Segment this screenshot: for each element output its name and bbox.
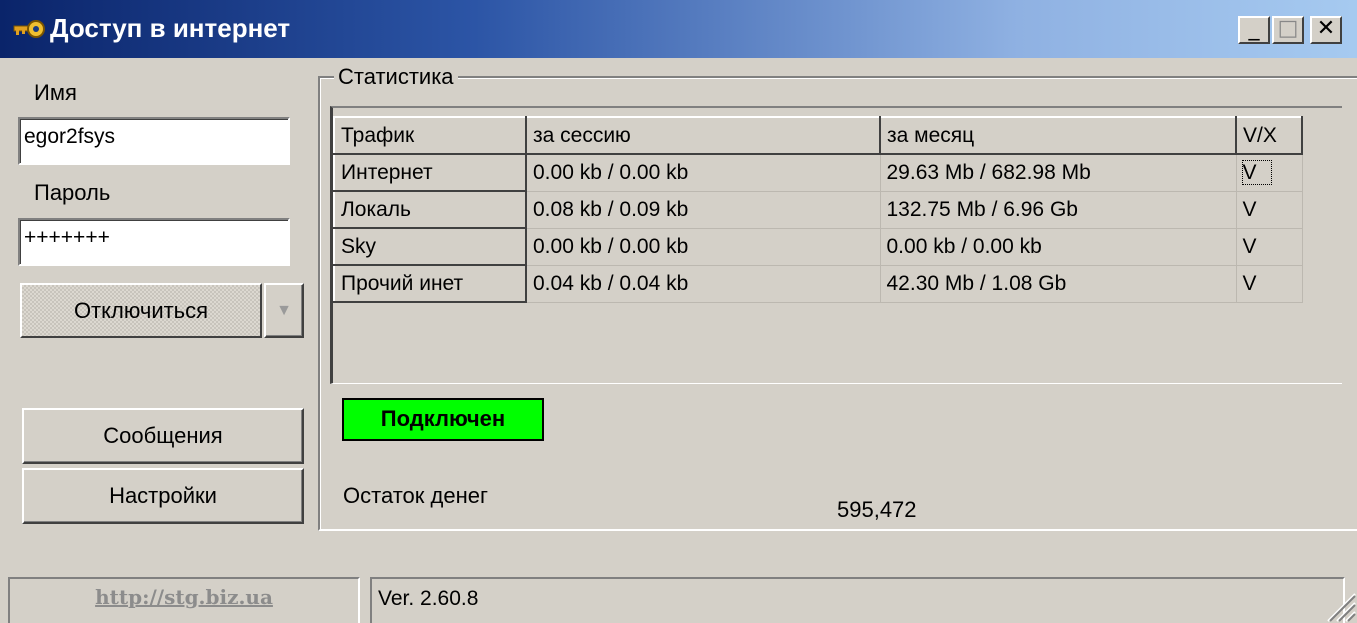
name-input-value: egor2fsys — [24, 125, 116, 148]
window-title: Доступ в интернет — [50, 13, 291, 43]
chevron-down-icon[interactable]: ▼ — [264, 283, 304, 338]
session-cell: 0.00 kb / 0.00 kb — [526, 154, 881, 192]
password-label: Пароль — [34, 180, 111, 205]
name-label: Имя — [34, 80, 77, 105]
balance-value: 595,472 — [837, 497, 917, 522]
flag-cell[interactable]: V — [1236, 154, 1303, 192]
minimize-button[interactable]: _ — [1238, 16, 1270, 44]
month-cell: 0.00 kb / 0.00 kb — [880, 228, 1237, 266]
disconnect-button[interactable]: Отключиться — [20, 283, 262, 338]
column-header[interactable]: за сессию — [525, 116, 881, 155]
month-cell: 42.30 Mb / 1.08 Gb — [880, 265, 1237, 303]
statusbar-version-panel — [370, 577, 1345, 623]
column-header[interactable]: V/X — [1235, 116, 1303, 155]
flag-cell[interactable]: V — [1236, 191, 1303, 229]
version-label: Ver. 2.60.8 — [378, 587, 479, 610]
flag-cell[interactable]: V — [1236, 265, 1303, 303]
close-button[interactable]: ✕ — [1310, 16, 1342, 44]
password-input[interactable]: +++++++ — [18, 218, 290, 266]
column-header[interactable]: за месяц — [879, 116, 1237, 155]
table-header-row: Трафик за сессию за месяц V/X — [333, 116, 1303, 155]
session-cell: 0.00 kb / 0.00 kb — [526, 228, 881, 266]
flag-value: V — [1241, 159, 1272, 185]
table-row[interactable]: Sky 0.00 kb / 0.00 kb 0.00 kb / 0.00 kb … — [333, 227, 1303, 266]
balance-label: Остаток денег — [343, 483, 488, 508]
connection-status-indicator: Подключен — [342, 398, 544, 441]
key-icon — [13, 20, 45, 38]
row-header[interactable]: Интернет — [333, 153, 527, 192]
messages-button[interactable]: Сообщения — [22, 408, 304, 464]
maximize-button[interactable]: □ — [1272, 16, 1304, 44]
month-cell: 29.63 Mb / 682.98 Mb — [880, 154, 1237, 192]
traffic-table[interactable]: Трафик за сессию за месяц V/X Интернет 0… — [333, 116, 1303, 303]
name-input[interactable]: egor2fsys — [18, 117, 290, 165]
table-row[interactable]: Локаль 0.08 kb / 0.09 kb 132.75 Mb / 6.9… — [333, 190, 1303, 229]
size-grip-icon[interactable] — [1322, 588, 1356, 622]
row-header[interactable]: Локаль — [333, 190, 527, 229]
session-cell: 0.04 kb / 0.04 kb — [526, 265, 881, 303]
row-header[interactable]: Прочий инет — [333, 264, 527, 303]
month-cell: 132.75 Mb / 6.96 Gb — [880, 191, 1237, 229]
password-input-value: +++++++ — [24, 226, 110, 249]
column-header[interactable]: Трафик — [333, 116, 527, 155]
website-link[interactable]: http://stg.biz.ua — [8, 585, 360, 609]
flag-cell[interactable]: V — [1236, 228, 1303, 266]
settings-button[interactable]: Настройки — [22, 468, 304, 524]
row-header[interactable]: Sky — [333, 227, 527, 266]
statistics-title: Статистика — [334, 64, 458, 90]
table-row[interactable]: Прочий инет 0.04 kb / 0.04 kb 42.30 Mb /… — [333, 264, 1303, 303]
table-row[interactable]: Интернет 0.00 kb / 0.00 kb 29.63 Mb / 68… — [333, 153, 1303, 192]
session-cell: 0.08 kb / 0.09 kb — [526, 191, 881, 229]
